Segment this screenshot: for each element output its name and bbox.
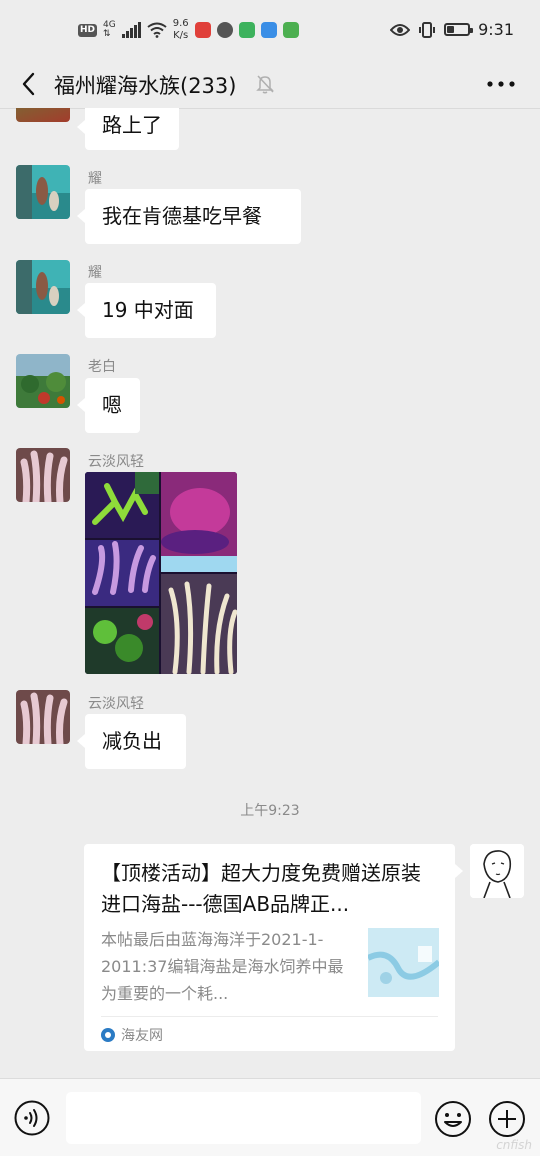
chat-header: 福州耀海水族(233) (0, 62, 540, 109)
qq-icon (216, 22, 233, 38)
my-avatar[interactable] (470, 844, 524, 898)
sender-name: 耀 (88, 171, 102, 187)
avatar-yao[interactable] (16, 165, 70, 219)
sender-name: 云淡风轻 (88, 696, 144, 712)
sender-name: 耀 (88, 265, 102, 281)
emoji-icon[interactable] (434, 1100, 472, 1138)
plus-icon[interactable] (488, 1100, 526, 1138)
hd-icon: HD (78, 23, 98, 37)
message-bubble[interactable]: 我在肯德基吃早餐 (77, 189, 301, 244)
avatar-photo (16, 354, 70, 408)
avatar-yundanfengqing[interactable] (16, 690, 70, 744)
coral-image (85, 472, 237, 674)
sketch-face-avatar (470, 844, 524, 898)
message-bubble[interactable]: 减负出 (77, 714, 186, 769)
source-name: 海友网 (121, 1028, 163, 1044)
link-card-divider (101, 1016, 438, 1017)
avatar-photo (16, 165, 70, 219)
coral-photo-collage[interactable] (85, 472, 237, 674)
link-card-thumbnail (368, 928, 439, 997)
time-separator: 上午9:23 (240, 803, 300, 819)
chat-app-icon (238, 22, 255, 38)
avatar[interactable] (16, 108, 70, 122)
net-speed-unit: K/s (173, 30, 189, 41)
status-bar: HD 4G ⇅ 9.6 K/s 9:31 (0, 0, 540, 62)
input-bar: cnfish (0, 1078, 540, 1156)
forest-app-icon (282, 22, 299, 38)
chat-title: 福州耀海水族(233) (54, 74, 237, 98)
message-bubble[interactable]: 嗯 (77, 378, 140, 433)
signal-icon (121, 22, 141, 38)
message-bubble[interactable]: 路上了 (77, 108, 179, 150)
network-arrows-icon: ⇅ (103, 29, 111, 39)
link-card[interactable]: 【顶楼活动】超大力度免费赠送原装进口海盐---德国AB品牌正... 本帖最后由蓝… (84, 844, 463, 1051)
sender-name: 云淡风轻 (88, 454, 144, 470)
vibrate-icon (419, 21, 436, 38)
chat-messages[interactable]: 路上了 耀 我在肯德基吃早餐 耀 19 中对面 老白 嗯 云淡风轻 云淡风轻 减… (0, 108, 540, 1078)
avatar-photo (16, 690, 70, 744)
wifi-icon (147, 22, 167, 38)
app-icon (260, 22, 277, 38)
back-arrow-icon[interactable] (16, 68, 44, 100)
status-left-group: HD 4G ⇅ 9.6 K/s (78, 18, 299, 42)
mute-bell-icon (256, 75, 274, 94)
net-speed: 9.6 K/s (173, 18, 189, 42)
message-bubble[interactable]: 19 中对面 (77, 283, 216, 338)
link-card-description: 本帖最后由蓝海海洋于2021-1-2011:37编辑海盐是海水饲养中最为重要的一… (101, 930, 344, 1003)
net-speed-value: 9.6 (172, 18, 189, 29)
status-right-group: 9:31 (390, 20, 514, 39)
avatar-yundanfengqing[interactable] (16, 448, 70, 502)
avatar-photo (16, 448, 70, 502)
avatar-laobai[interactable] (16, 354, 70, 408)
voice-input-icon[interactable] (14, 1100, 50, 1136)
source-logo-icon (101, 1028, 115, 1042)
avatar-photo (16, 260, 70, 314)
battery-icon (444, 23, 474, 36)
clock: 9:31 (478, 20, 514, 39)
app-notification-icon (194, 22, 211, 38)
network-type: 4G ⇅ (103, 21, 116, 39)
message-input[interactable] (66, 1092, 421, 1144)
sender-name: 老白 (88, 359, 116, 375)
thumbnail-image (368, 928, 439, 997)
avatar-yao[interactable] (16, 260, 70, 314)
more-options-icon[interactable] (484, 70, 518, 98)
watermark: cnfish (496, 1138, 532, 1152)
link-card-source: 海友网 (101, 1025, 163, 1045)
link-card-title: 【顶楼活动】超大力度免费赠送原装进口海盐---德国AB品牌正... (101, 861, 421, 916)
battery-level (447, 26, 454, 33)
eye-icon (390, 23, 411, 36)
